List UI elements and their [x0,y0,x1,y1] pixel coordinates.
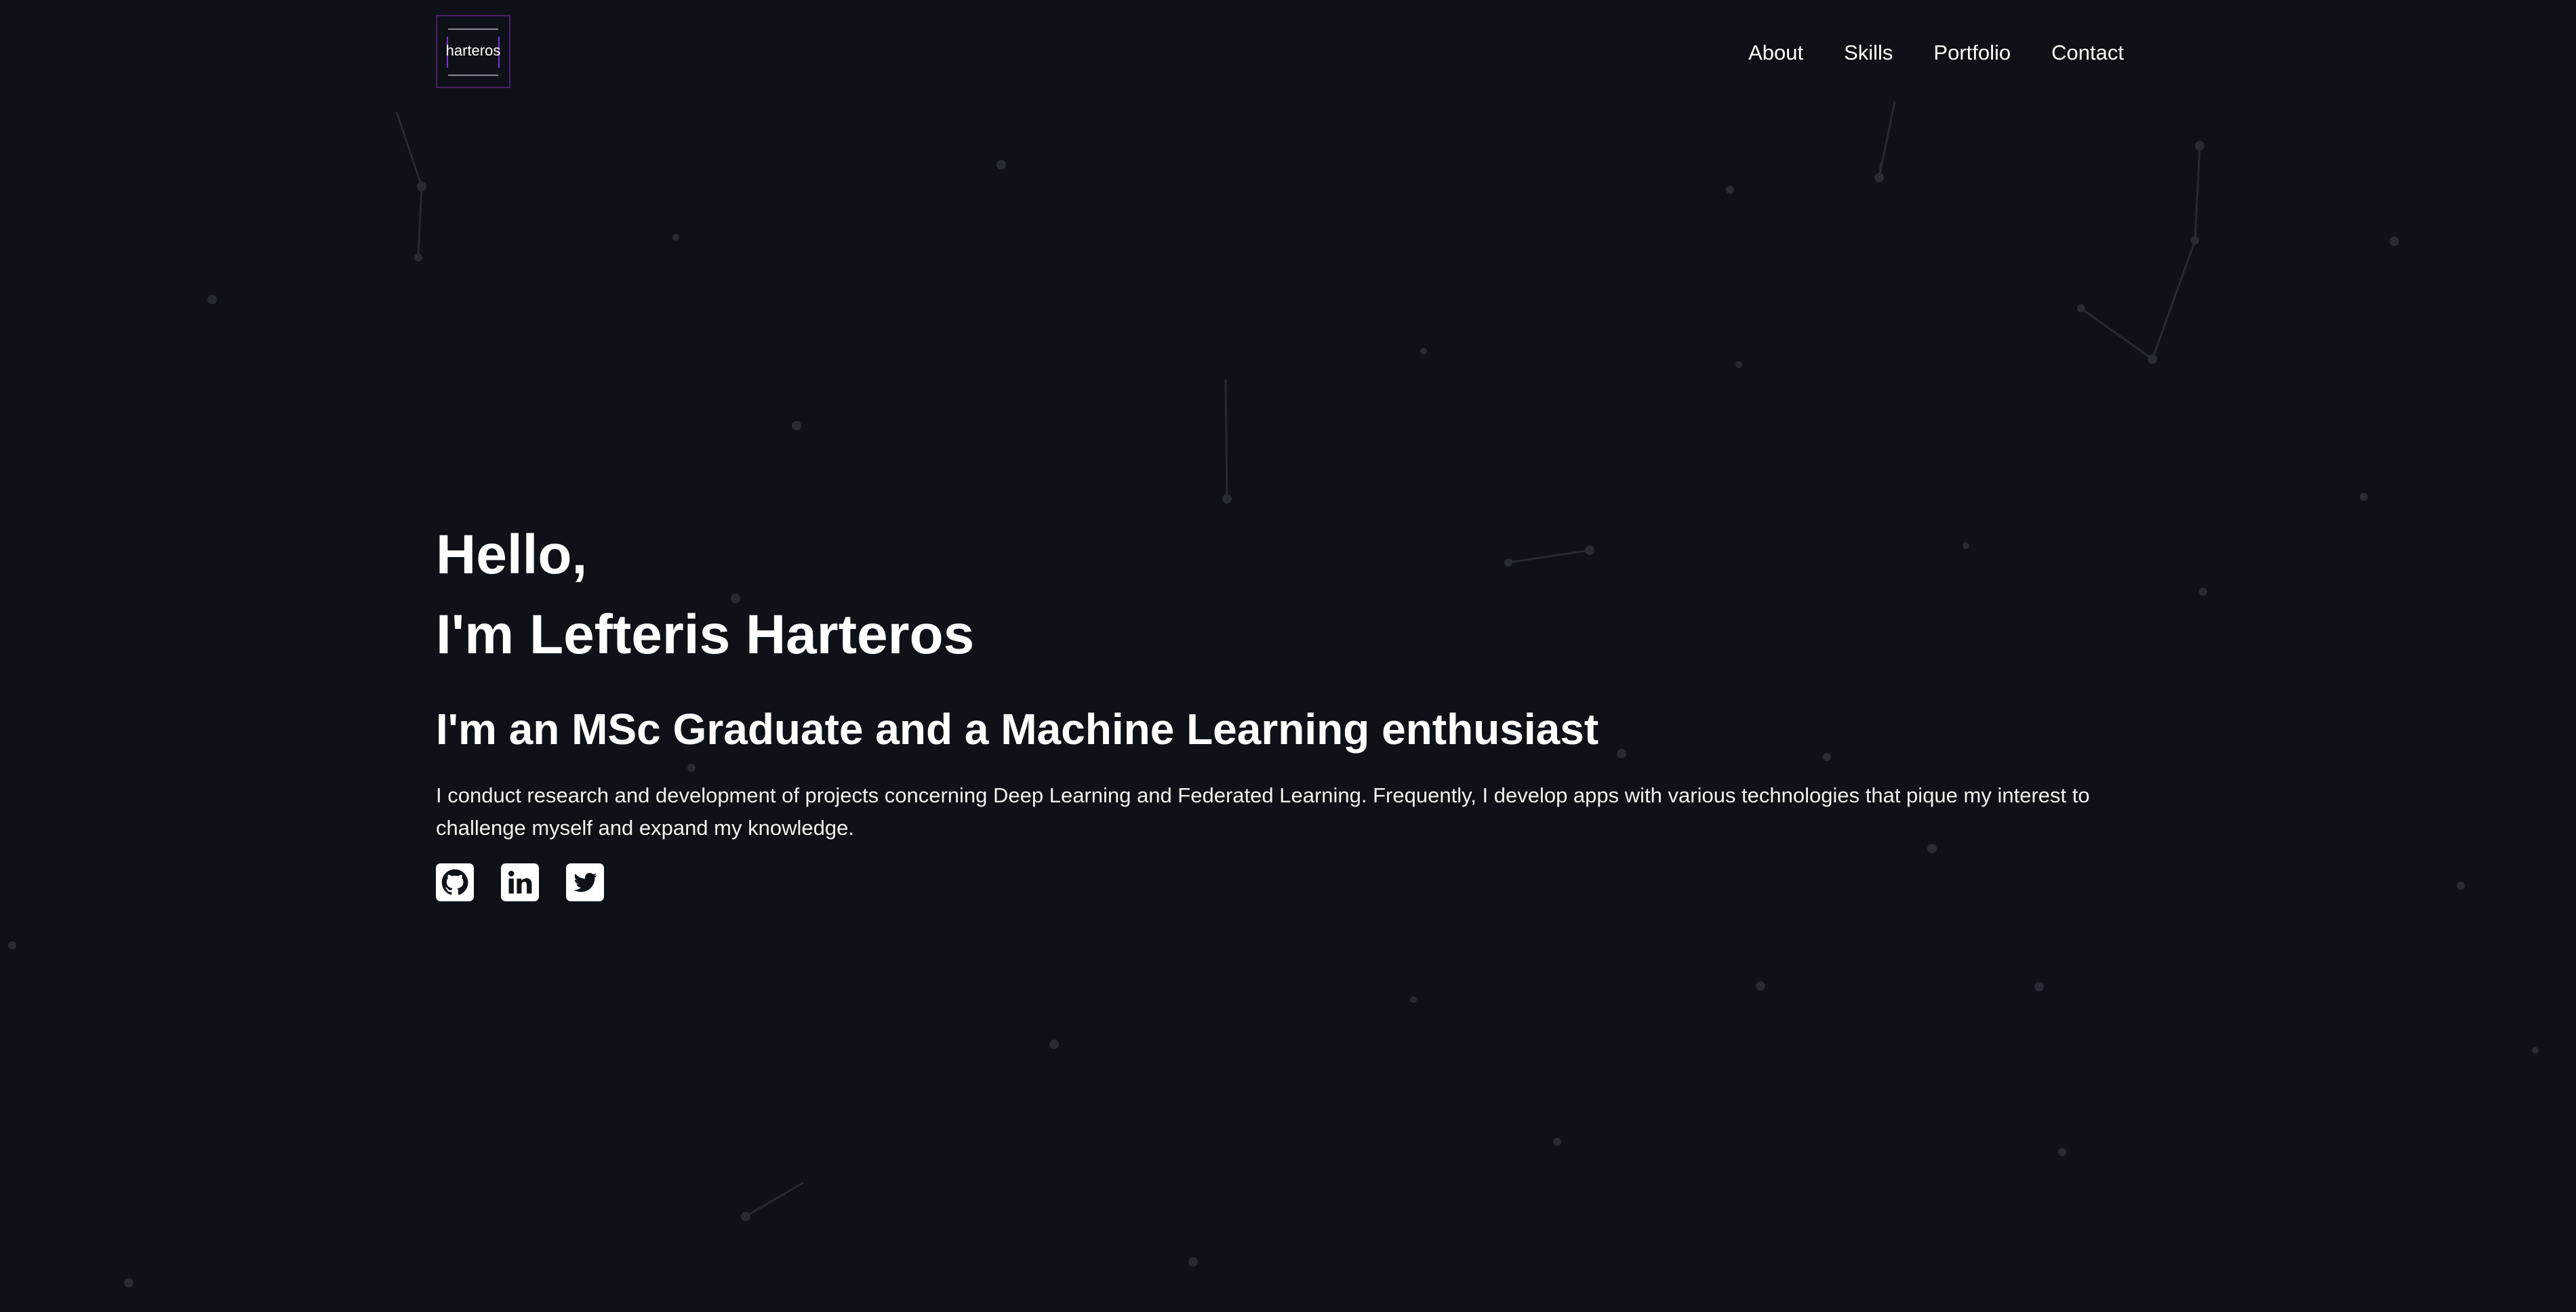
twitter-icon [573,872,597,893]
twitter-link[interactable] [566,863,604,901]
hero-description: I conduct research and development of pr… [436,783,2090,840]
nav-skills[interactable]: Skills [1844,41,1893,65]
nav-contact[interactable]: Contact [2051,41,2124,65]
main-nav: About Skills Portfolio Contact [1748,41,2124,65]
hero-subtitle: I'm an MSc Graduate and a Machine Learni… [436,705,1599,754]
social-links [436,863,2158,901]
site-header: harteros About Skills Portfolio Contact [436,15,2124,91]
logo-text: harteros [445,42,501,59]
github-link[interactable] [436,863,474,901]
linkedin-link[interactable] [501,863,539,901]
hero-name: I'm Lefteris Harteros [436,604,975,665]
github-icon [441,869,468,895]
hero-greeting: Hello, [436,524,588,586]
linkedin-icon [508,870,532,894]
nav-portfolio[interactable]: Portfolio [1933,41,2011,65]
hero-section: Hello, I'm Lefteris Harteros I'm an MSc … [436,515,2158,901]
site-logo[interactable]: harteros [436,15,510,88]
nav-about[interactable]: About [1748,41,1803,65]
